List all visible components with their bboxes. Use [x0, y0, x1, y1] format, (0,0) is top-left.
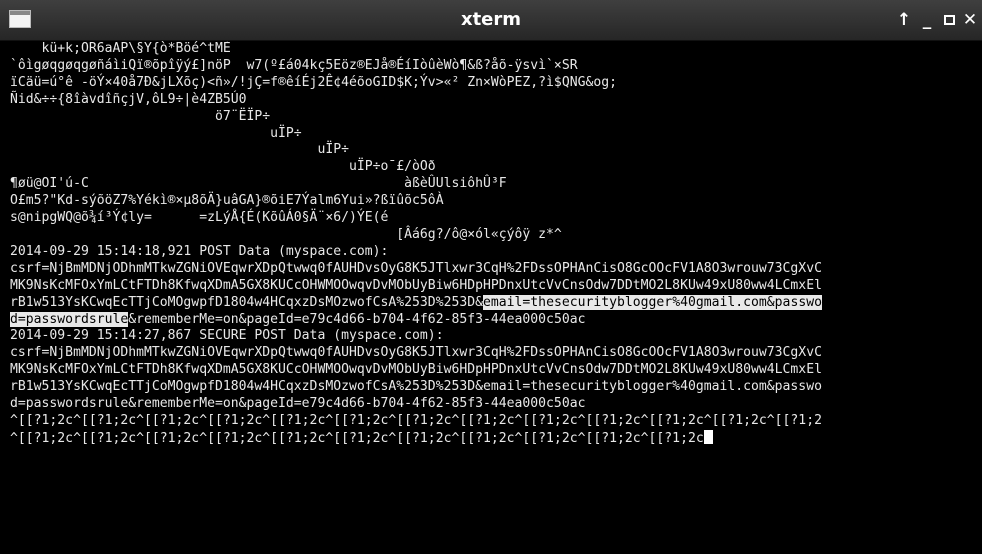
terminal-text: ^[[?1;2c^[[?1;2c^[[?1;2c^[[?1;2c^[[?1;2c…	[10, 430, 704, 446]
selected-text: email=thesecurityblogger%40gmail.com&pas…	[483, 294, 822, 310]
terminal-line: O£m5?"Kd-sýõöZ7%Yékì®×µ8õÄ}uâGA}®õiE7Ýal…	[10, 193, 444, 209]
terminal-line: 2014-09-29 15:14:27,867 SECURE POST Data…	[10, 328, 444, 344]
terminal-line: ^[[?1;2c^[[?1;2c^[[?1;2c^[[?1;2c^[[?1;2c…	[10, 412, 822, 428]
minimize-button[interactable]: _	[916, 8, 938, 32]
terminal-line-selected: d=passwordsrule&rememberMe=on&pageId=e79…	[10, 311, 982, 329]
cursor	[703, 429, 713, 444]
terminal-line: MK9NsKcMFOxYmLCtFTDh8KfwqXDmA5GX8KUCcOHW…	[10, 277, 822, 293]
selected-text: d=passwordsrule	[10, 311, 129, 327]
window-title: xterm	[460, 9, 522, 30]
terminal-line: csrf=NjBmMDNjODhmMTkwZGNiOVEqwrXDpQtwwq0…	[10, 345, 822, 361]
terminal-line: d=passwordsrule&rememberMe=on&pageId=e79…	[10, 396, 586, 412]
terminal-line: Ñid&÷÷{8îàvdîñçjV,ôL9÷|è4ZB5Ú0	[10, 91, 247, 107]
maximize-icon	[943, 15, 955, 25]
terminal-line: ïCäü=ú°ê -öÝ×40å7Ð&jLXõç)<ñ»/!jÇ=f®êíÉj2…	[10, 74, 617, 90]
terminal-line: uÏP÷	[10, 125, 302, 141]
terminal-line: uÏP÷	[10, 142, 349, 158]
terminal-line-selected: rB1w513YsKCwqEcTTjCoMOgwpfD1804w4HCqxzDs…	[10, 294, 982, 312]
terminal-line: ö7¨ËÏP÷	[10, 108, 271, 124]
terminal-line: kü+k;OR6aAP\§Y{ò*Böé^tMÈ	[10, 41, 231, 56]
terminal-line: MK9NsKcMFOxYmLCtFTDh8KfwqXDmA5GX8KUCcOHW…	[10, 362, 822, 378]
terminal-line: uÏP÷o¯£/òOð	[10, 159, 436, 175]
terminal-line: 2014-09-29 15:14:18,921 POST Data (myspa…	[10, 243, 389, 259]
terminal-line: [Âá6g?/ô@×ól«çýôÿ z*^	[10, 226, 562, 242]
terminal-text: &rememberMe=on&pageId=e79c4d66-b704-4f62…	[128, 311, 586, 327]
xterm-window: xterm ↑ _ ✕ kü+k;OR6aAP\§Y{ò*Böé^tMÈ `ôìg…	[0, 0, 982, 554]
terminal-output[interactable]: kü+k;OR6aAP\§Y{ò*Böé^tMÈ `ôìgøqgøqgøñáìiQ…	[0, 41, 982, 554]
title-bar[interactable]: xterm ↑ _ ✕	[0, 0, 982, 41]
maximize-button[interactable]	[938, 8, 960, 32]
close-button[interactable]: ✕	[959, 8, 981, 32]
terminal-text: rB1w513YsKCwqEcTTjCoMOgwpfD1804w4HCqxzDs…	[10, 294, 483, 310]
shade-up-icon[interactable]: ↑	[893, 8, 915, 32]
terminal-line: ¶øü@OI'ú-C àßèÛUlsiôhÛ³F	[10, 176, 507, 192]
terminal-line: csrf=NjBmMDNjODhmMTkwZGNiOVEqwrXDpQtwwq0…	[10, 260, 822, 276]
terminal-line: `ôìgøqgøqgøñáìiQï®õpîÿý£]nöP w7(º£á04kç5…	[10, 57, 578, 73]
terminal-line: s@nipgWQ@õ¾í³Ý¢ly= =zLýÅ{É(KõûÁ0§Ä¨×6/)Ý…	[10, 210, 389, 226]
terminal-line: rB1w513YsKCwqEcTTjCoMOgwpfD1804w4HCqxzDs…	[10, 379, 822, 395]
terminal-line: ^[[?1;2c^[[?1;2c^[[?1;2c^[[?1;2c^[[?1;2c…	[10, 429, 982, 448]
